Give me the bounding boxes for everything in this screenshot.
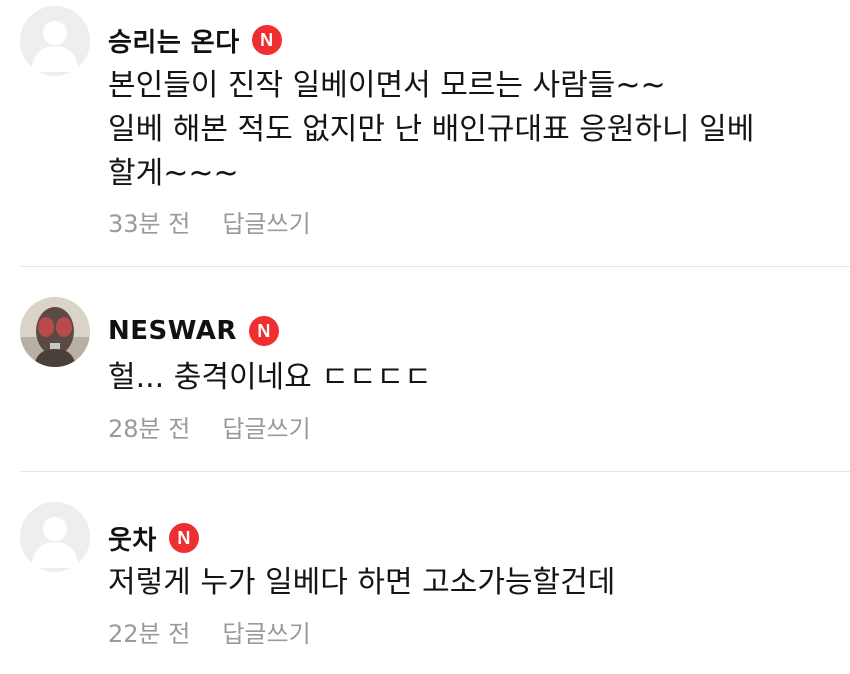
comment-author[interactable]: 웃차 [108,520,157,557]
comment-text: 저렇게 누가 일베다 하면 고소가능할건데 [108,561,828,605]
comment-item: NESWAR N 헐... 충격이네요 ㄷㄷㄷㄷ 28분 전 답글쓰기 [0,267,850,471]
comment-text: 헐... 충격이네요 ㄷㄷㄷㄷ [108,356,828,400]
comment-author[interactable]: NESWAR [108,316,237,346]
reply-button[interactable]: 답글쓰기 [222,409,310,444]
naver-badge-icon: N [251,25,282,55]
default-avatar-icon[interactable] [20,6,90,76]
comment-timestamp: 22분 전 [108,620,191,648]
comment-text-line: 헐... 충격이네요 ㄷㄷㄷㄷ [108,360,432,395]
comment-text-line: 저렇게 누가 일베다 하면 고소가능할건데 [108,565,616,600]
comment-text-line: 일베 해본 적도 없지만 난 배인규대표 응원하니 일베 [108,112,755,147]
comment-item: 승리는 온다 N 본인들이 진작 일베이면서 모르는 사람들~~ 일베 해본 적… [0,0,850,266]
naver-badge-icon: N [168,523,199,553]
naver-badge-icon: N [248,316,279,346]
comment-timestamp: 33분 전 [108,210,191,238]
masked-hero-avatar-icon[interactable] [20,297,90,367]
comment-timestamp: 28분 전 [108,415,191,443]
comment-text-line: 본인들이 진작 일베이면서 모르는 사람들~~ [108,68,666,103]
comment-text-line: 할게~~~ [108,156,239,191]
comment-text: 본인들이 진작 일베이면서 모르는 사람들~~ 일베 해본 적도 없지만 난 배… [108,64,828,196]
comment-item: 웃차 N 저렇게 누가 일베다 하면 고소가능할건데 22분 전 답글쓰기 [0,472,850,674]
comment-author[interactable]: 승리는 온다 [108,22,240,59]
default-avatar-icon[interactable] [20,502,90,572]
reply-button[interactable]: 답글쓰기 [222,204,310,239]
reply-button[interactable]: 답글쓰기 [222,614,310,649]
